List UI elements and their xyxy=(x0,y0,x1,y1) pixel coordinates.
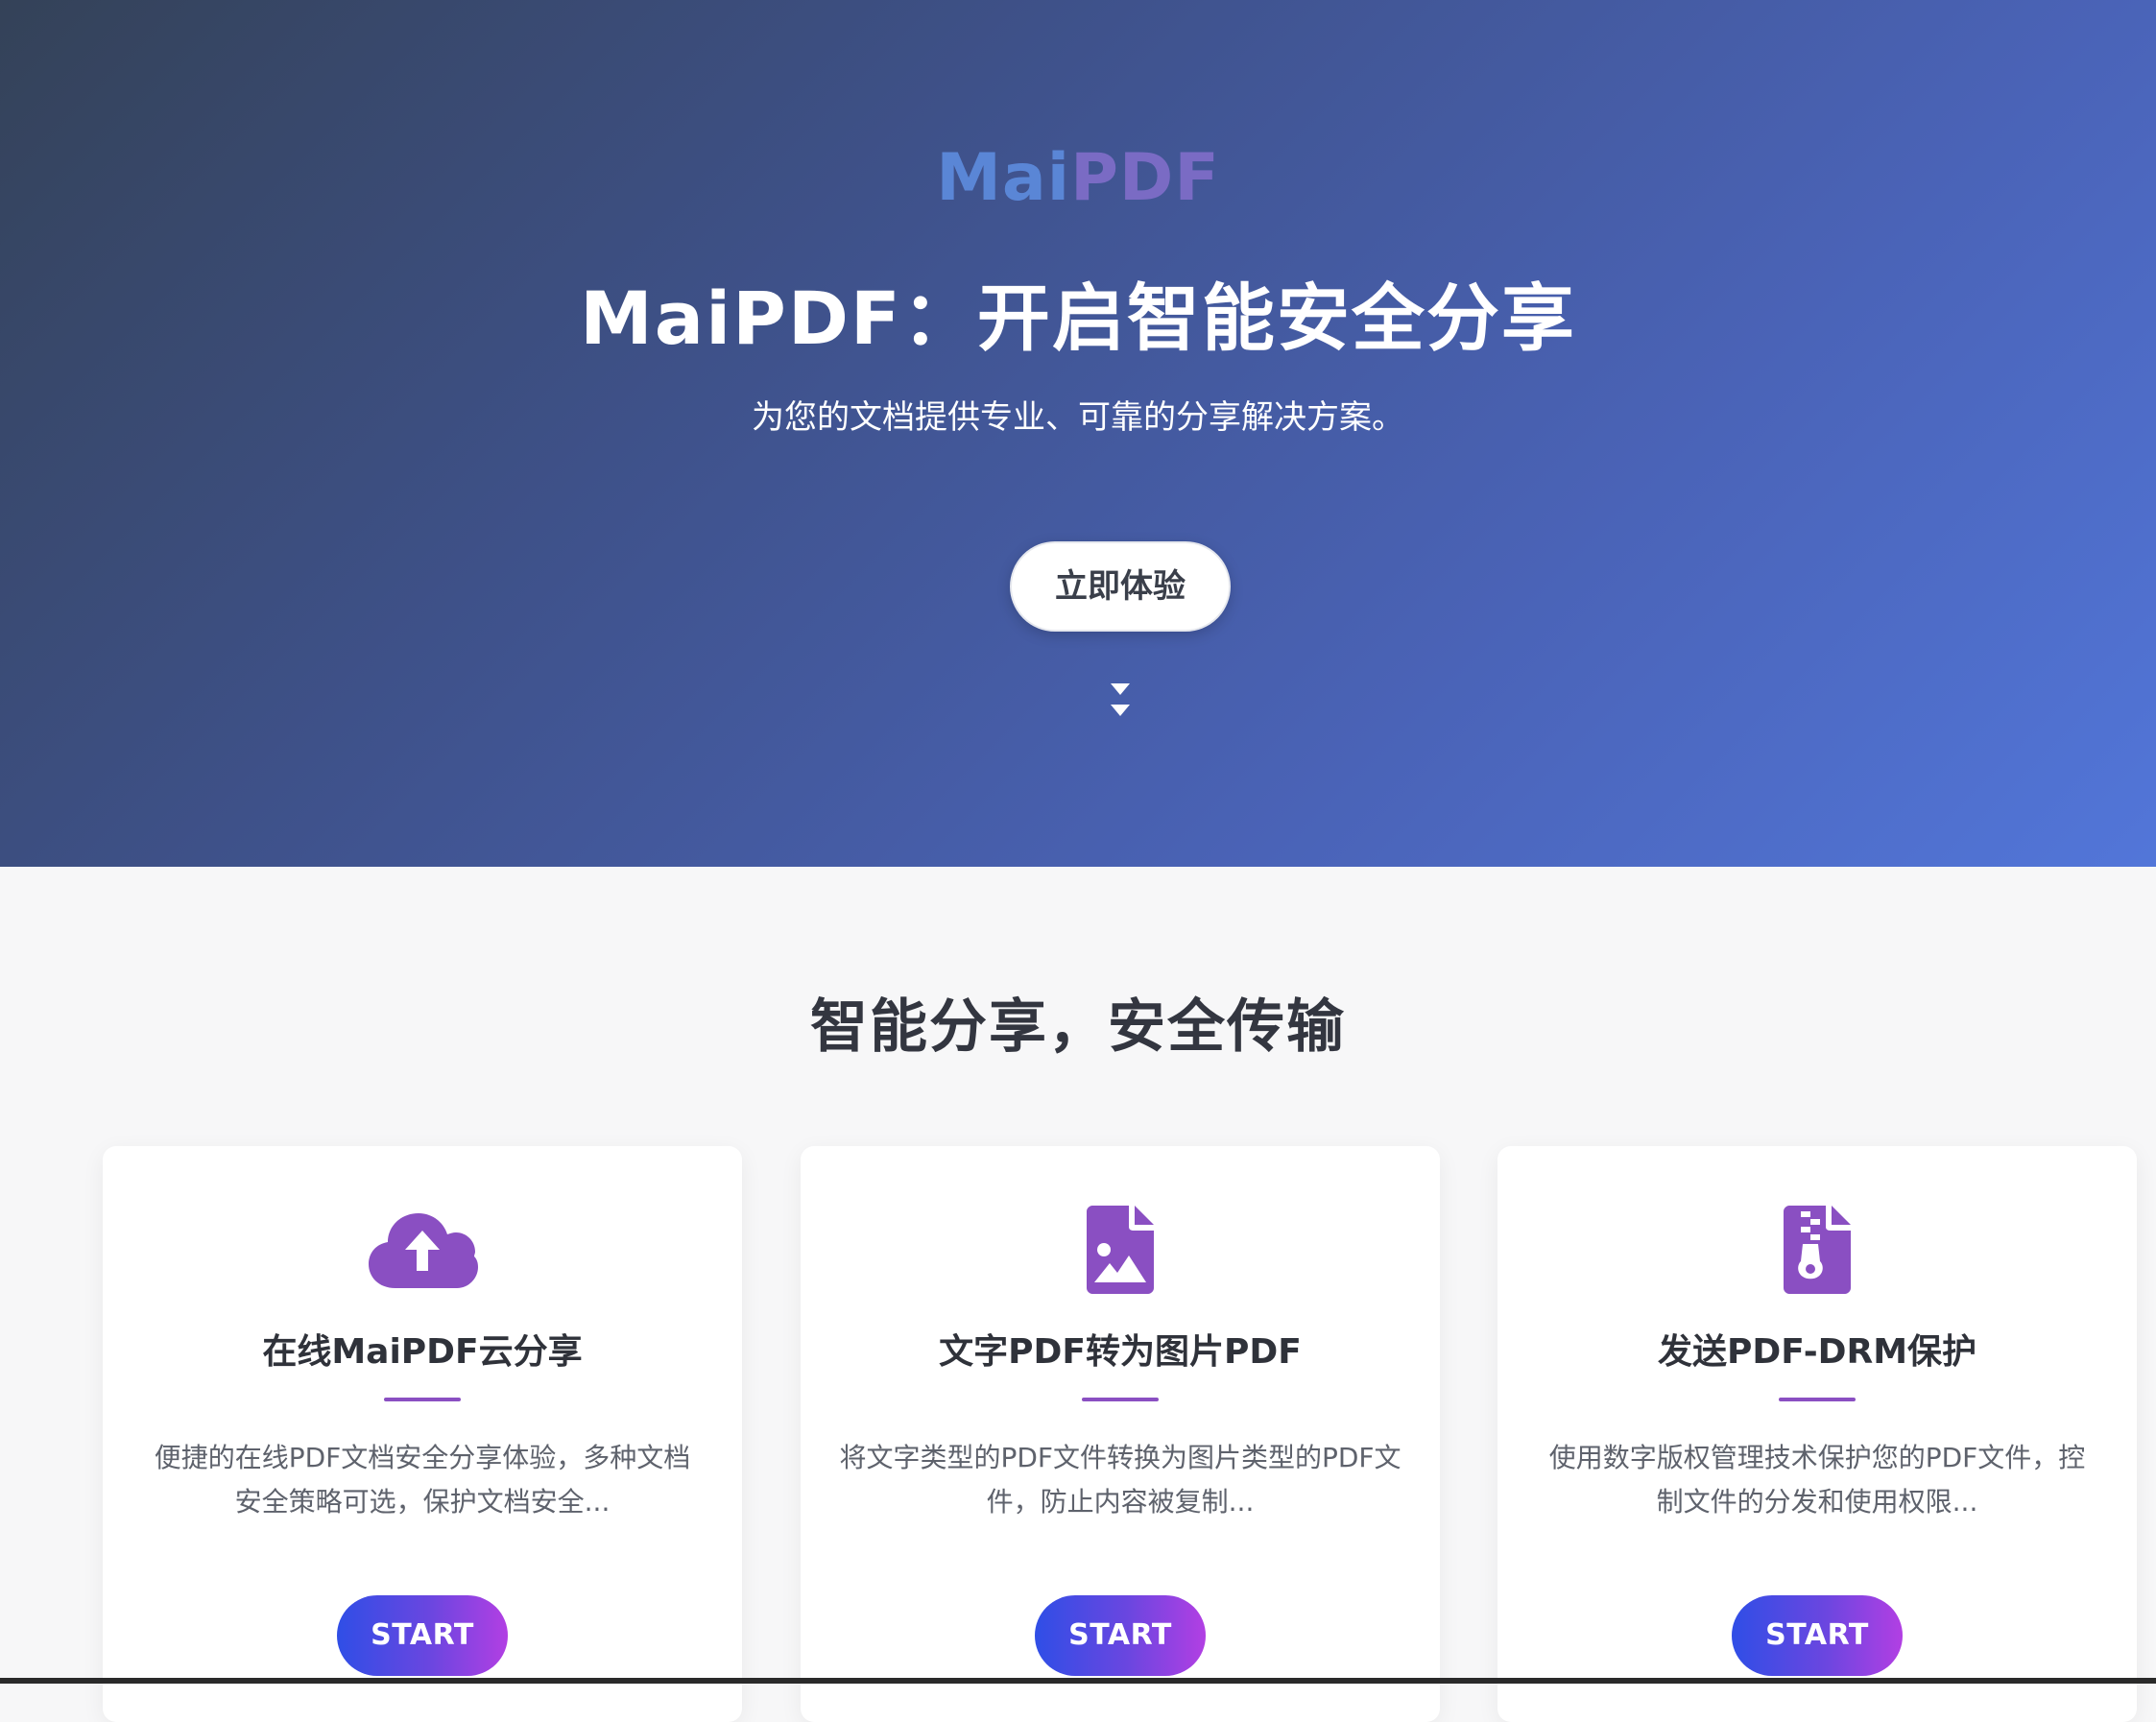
feature-card-drm: 发送PDF-DRM保护 使用数字版权管理技术保护您的PDF文件，控制文件的分发和… xyxy=(1497,1146,2137,1722)
file-zipper-icon xyxy=(1497,1202,2137,1298)
feature-card-cloud-share: 在线MaiPDF云分享 便捷的在线PDF文档安全分享体验，多种文档安全策略可选，… xyxy=(103,1146,742,1722)
hero-title: MaiPDF：开启智能安全分享 xyxy=(580,275,1576,361)
brand-logo-part1: Mai xyxy=(936,140,1071,216)
feature-card-divider xyxy=(1779,1398,1856,1401)
hero-section: MaiPDF MaiPDF：开启智能安全分享 为您的文档提供专业、可靠的分享解决… xyxy=(0,0,2156,867)
feature-card-title: 在线MaiPDF云分享 xyxy=(262,1332,583,1372)
brand-logo: MaiPDF xyxy=(0,140,2156,217)
brand-logo-part2: PDF xyxy=(1070,140,1220,216)
feature-card-description: 使用数字版权管理技术保护您的PDF文件，控制文件的分发和使用权限... xyxy=(1548,1442,2086,1518)
feature-card-title: 文字PDF转为图片PDF xyxy=(939,1332,1302,1372)
feature-card-divider xyxy=(1082,1398,1159,1401)
start-button-text-to-image[interactable]: START xyxy=(1035,1595,1206,1676)
start-button-cloud-share[interactable]: START xyxy=(337,1595,508,1676)
try-now-button[interactable]: 立即体验 xyxy=(1010,541,1231,632)
feature-card-title: 发送PDF-DRM保护 xyxy=(1657,1332,1977,1372)
hero-subtitle: 为您的文档提供专业、可靠的分享解决方案。 xyxy=(752,398,1404,437)
window-bottom-edge xyxy=(0,1678,2156,1684)
start-button-drm[interactable]: START xyxy=(1732,1595,1903,1676)
feature-card-description: 便捷的在线PDF文档安全分享体验，多种文档安全策略可选，保护文档安全... xyxy=(154,1442,691,1518)
feature-card-description: 将文字类型的PDF文件转换为图片类型的PDF文件，防止内容被复制... xyxy=(839,1442,1401,1518)
features-heading: 智能分享，安全传输 xyxy=(810,993,1346,1061)
double-chevron-down-icon[interactable] xyxy=(1109,680,1132,722)
feature-card-divider xyxy=(384,1398,461,1401)
feature-card-text-to-image: 文字PDF转为图片PDF 将文字类型的PDF文件转换为图片类型的PDF文件，防止… xyxy=(801,1146,1440,1722)
file-image-icon xyxy=(801,1202,1440,1298)
cloud-upload-icon xyxy=(103,1202,742,1298)
